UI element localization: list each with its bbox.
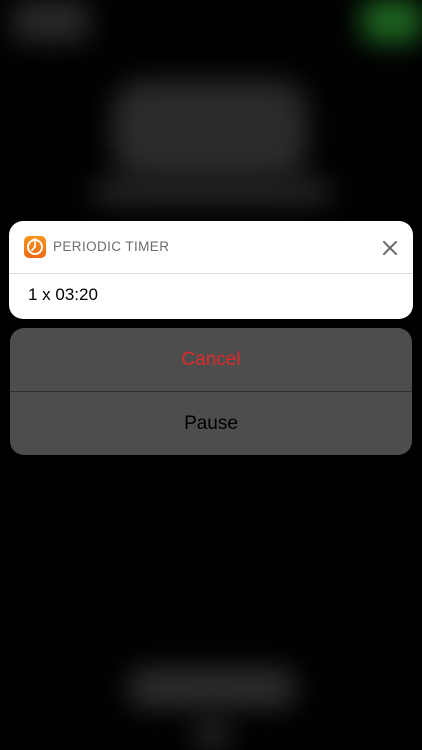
blurred-bottom-icon — [194, 718, 230, 750]
lock-screen: PERIODIC TIMER 1 x 03:20 Cancel Pause — [0, 0, 422, 750]
cancel-button[interactable]: Cancel — [10, 328, 412, 391]
blurred-clock — [112, 80, 308, 180]
notification-card[interactable]: PERIODIC TIMER 1 x 03:20 — [9, 221, 413, 319]
timer-app-icon — [24, 236, 46, 258]
blurred-bottom-hint — [126, 668, 298, 708]
close-button[interactable] — [377, 235, 403, 261]
blurred-status-left — [12, 0, 90, 42]
app-name: PERIODIC TIMER — [53, 239, 170, 254]
pause-button[interactable]: Pause — [10, 392, 412, 455]
notification-header: PERIODIC TIMER — [9, 221, 413, 274]
action-sheet: Cancel Pause — [10, 328, 412, 455]
blurred-date — [92, 180, 332, 204]
close-icon — [383, 241, 397, 255]
notification-body: 1 x 03:20 — [28, 285, 98, 304]
blurred-status-right — [362, 0, 422, 42]
